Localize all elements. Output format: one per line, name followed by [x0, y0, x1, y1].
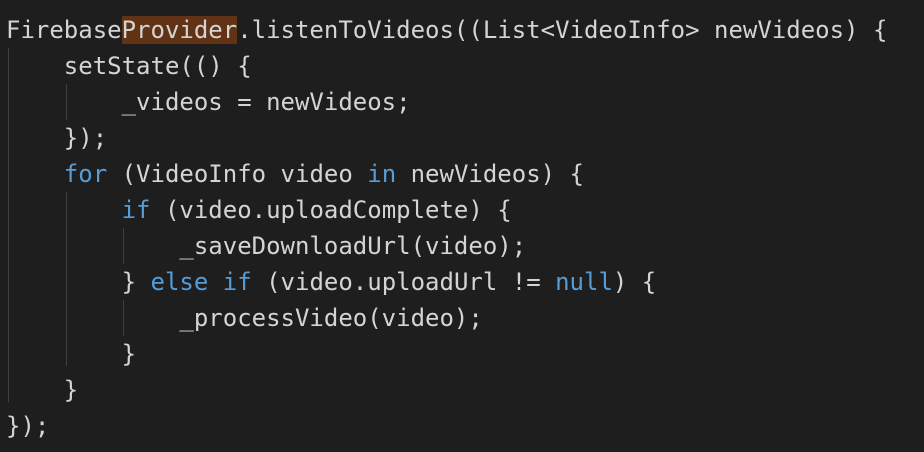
- code-token: .listenToVideos((List<VideoInfo> newVide…: [237, 16, 888, 44]
- code-token: ) {: [612, 268, 657, 296]
- search-match-highlight: Provider: [121, 16, 238, 44]
- code-line-8[interactable]: } else if (video.uploadUrl != null) {: [6, 264, 657, 300]
- code-token: (VideoInfo video: [107, 160, 368, 188]
- code-line-6[interactable]: if (video.uploadComplete) {: [6, 192, 512, 228]
- code-line-2[interactable]: setState(() {: [6, 48, 252, 84]
- code-token: newVideos) {: [396, 160, 584, 188]
- code-line-4[interactable]: });: [6, 120, 107, 156]
- code-line-12[interactable]: });: [6, 408, 49, 444]
- code-token: }: [6, 340, 137, 368]
- code-token: _videos = newVideos;: [6, 88, 411, 116]
- code-token: });: [6, 124, 108, 152]
- code-line-7[interactable]: _saveDownloadUrl(video);: [6, 228, 526, 264]
- code-token: setState(() {: [6, 52, 252, 80]
- code-token: Firebase: [6, 16, 122, 44]
- keyword-token: in: [367, 160, 397, 188]
- keyword-token: for: [63, 160, 108, 188]
- code-line-9[interactable]: _processVideo(video);: [6, 300, 483, 336]
- code-token: }: [6, 268, 151, 296]
- code-line-1[interactable]: FirebaseProvider.listenToVideos((List<Vi…: [6, 12, 887, 48]
- code-token: (video.uploadUrl !=: [251, 268, 556, 296]
- keyword-token: if: [222, 268, 252, 296]
- code-editor[interactable]: FirebaseProvider.listenToVideos((List<Vi…: [0, 0, 924, 452]
- code-token: _processVideo(video);: [6, 304, 483, 332]
- keyword-token: null: [555, 268, 613, 296]
- code-token: _saveDownloadUrl(video);: [6, 232, 527, 260]
- code-token: (video.uploadComplete) {: [150, 196, 512, 224]
- code-line-10[interactable]: }: [6, 336, 136, 372]
- code-token: });: [6, 412, 50, 440]
- code-line-11[interactable]: }: [6, 372, 78, 408]
- code-line-5[interactable]: for (VideoInfo video in newVideos) {: [6, 156, 584, 192]
- code-line-3[interactable]: _videos = newVideos;: [6, 84, 411, 120]
- keyword-token: else: [150, 268, 209, 296]
- keyword-token: if: [121, 196, 151, 224]
- code-token: }: [6, 376, 79, 404]
